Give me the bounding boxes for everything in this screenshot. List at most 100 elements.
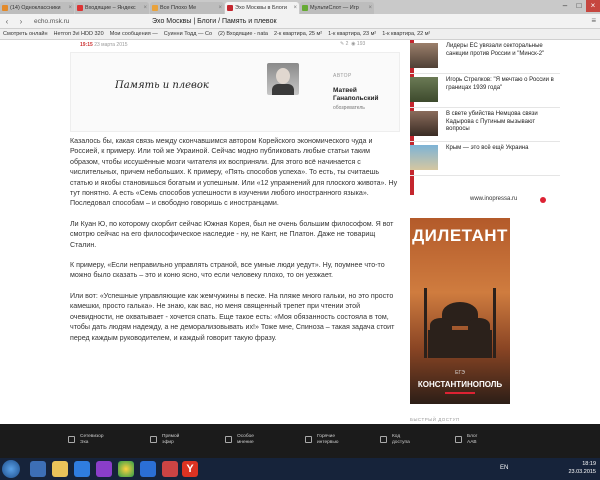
post-title: Память и плевок	[115, 80, 209, 91]
sitebar-item[interactable]: Прямой эфир	[162, 434, 198, 446]
close-tab-icon[interactable]: ×	[218, 2, 222, 14]
news-item[interactable]: Игорь Стрелков: "Я мечтаю о России в гра…	[410, 74, 560, 108]
news-item[interactable]: В свете убийства Немцова связи Кадырова …	[410, 108, 560, 142]
news-thumbnail[interactable]	[410, 77, 438, 102]
tab-favicon-icon	[152, 5, 158, 11]
post-time: 19:15	[80, 42, 93, 48]
bookmark-item[interactable]: Суинни Тодд — Со	[164, 31, 212, 37]
ad-subtitle: ЕГЭ	[455, 370, 465, 376]
bookmark-item[interactable]: (2) Входящие - nata	[218, 31, 268, 37]
language-indicator[interactable]: EN	[500, 465, 508, 471]
views-icon: ◉	[351, 41, 356, 47]
author-label: АВТОР	[333, 73, 352, 79]
bookmark-item[interactable]: 1-к квартира, 23 м²	[328, 31, 376, 37]
chrome-icon[interactable]	[118, 461, 134, 477]
bookmark-item[interactable]: 1-к квартира, 22 м²	[382, 31, 430, 37]
opera-icon[interactable]	[162, 461, 178, 477]
opinion-icon	[225, 436, 232, 443]
tv-icon	[68, 436, 75, 443]
lock-icon	[380, 436, 387, 443]
browser-tab[interactable]: Все Плохо Ме ×	[150, 2, 224, 14]
yandex-browser-icon[interactable]: Y	[182, 461, 198, 477]
sitebar-item[interactable]: Особое мнение	[237, 434, 273, 446]
post-header: Память и плевок АВТОР Матвей Ганапольски…	[70, 52, 400, 132]
bookmarks-bar: Смотреть онлайн Heтrоп 3vi HDD 320 Мои с…	[0, 29, 600, 40]
sitebar-item[interactable]: Горячие интервью	[317, 434, 353, 446]
tab-favicon-icon	[227, 5, 233, 11]
sitebar-item[interactable]: Сетевизор Эха	[80, 434, 116, 446]
site-bottom-bar: Сетевизор Эха Прямой эфир Особое мнение Гор…	[0, 424, 600, 458]
article-paragraph: Ли Куан Ю, по которому скорбит сейчас Юж…	[70, 219, 394, 249]
browser-tab[interactable]: МультиСлот — Игр ×	[300, 2, 374, 14]
ie-icon[interactable]	[30, 461, 46, 477]
app-icon[interactable]	[96, 461, 112, 477]
media-player-icon[interactable]	[74, 461, 90, 477]
article-paragraph: К примеру, «Если неправильно управлять с…	[70, 261, 385, 280]
inopressa-logo-icon	[540, 197, 546, 203]
article-paragraph: Казалось бы, какая связь между скончавши…	[70, 137, 398, 208]
news-thumbnail[interactable]	[410, 111, 438, 136]
url-field[interactable]: echo.msk.ru	[34, 18, 144, 25]
dilettant-ad-banner[interactable]: ДИЛЕТАНТ ЕГЭ КОНСТАНТИНОПОЛЬ	[410, 218, 510, 404]
quick-access-label: БЫСТРЫЙ ДОСТУП	[410, 417, 460, 422]
tab-favicon-icon	[77, 5, 83, 11]
comment-icon: ✎	[340, 41, 345, 47]
sitebar-item[interactable]: Код доступа	[392, 434, 428, 446]
post-date: 23 марта 2015	[94, 42, 128, 48]
web-page: 19:15 23 марта 2015 ✎ 2 ◉ 193 Память и п…	[0, 40, 600, 424]
window-controls: – □ ×	[558, 0, 600, 12]
blog-icon	[455, 436, 462, 443]
news-item[interactable]: Лидеры ЕС увязали секторальные санкции п…	[410, 40, 560, 74]
author-role: обозреватель	[333, 105, 365, 111]
article-body: Казалось бы, какая связь между скончавши…	[70, 136, 400, 353]
browser-tab-bar: (14) Одноклассники × Входящие – Яндекс × В…	[0, 0, 600, 14]
news-headline[interactable]: Крым — это всё ещё Украина	[446, 145, 556, 153]
tab-favicon-icon	[2, 5, 8, 11]
close-tab-icon[interactable]: ×	[143, 2, 147, 14]
close-tab-icon[interactable]: ×	[293, 2, 297, 14]
bookmark-item[interactable]: Мои сообщения —	[110, 31, 158, 37]
close-tab-icon[interactable]: ×	[68, 2, 72, 14]
bookmark-item[interactable]: Смотреть онлайн	[3, 31, 48, 37]
article-paragraph: Или вот: «Успешные управляющие как жемчу…	[70, 291, 395, 342]
page-title: Эхо Москвы | Блоги / Память и плевок	[152, 17, 277, 25]
sitebar-item[interactable]: Блог ААВ	[467, 434, 503, 446]
post-meta: 19:15 23 марта 2015	[80, 42, 128, 48]
ad-underline	[445, 392, 475, 394]
author-name[interactable]: Матвей Ганапольский	[333, 87, 378, 103]
browser-tab[interactable]: (14) Одноклассники ×	[0, 2, 74, 14]
bookmark-item[interactable]: 2-к квартира, 25 м²	[274, 31, 322, 37]
news-thumbnail[interactable]	[410, 145, 438, 170]
author-avatar[interactable]	[267, 63, 299, 95]
browser-tab-active[interactable]: Эхо Москвы в Блоги ×	[225, 2, 299, 14]
taskbar: Y EN 18:19 23.03.2015	[0, 458, 600, 480]
start-button[interactable]	[2, 460, 20, 478]
maximize-icon[interactable]: □	[572, 0, 586, 12]
skype-icon[interactable]	[140, 461, 156, 477]
screen: (14) Одноклассники × Входящие – Яндекс × В…	[0, 0, 600, 480]
inopressa-link[interactable]: www.inopressa.ru	[470, 196, 517, 202]
comment-count[interactable]: 2	[346, 41, 349, 47]
news-headline[interactable]: Лидеры ЕС увязали секторальные санкции п…	[446, 43, 556, 58]
system-clock[interactable]: 18:19 23.03.2015	[568, 460, 596, 476]
news-item[interactable]: Крым — это всё ещё Украина	[410, 142, 560, 176]
browser-tab[interactable]: Входящие – Яндекс ×	[75, 2, 149, 14]
bookmark-item[interactable]: Heтrоп 3vi HDD 320	[54, 31, 104, 37]
ad-headline: КОНСТАНТИНОПОЛЬ	[417, 380, 503, 389]
close-window-icon[interactable]: ×	[586, 0, 600, 12]
news-headline[interactable]: Игорь Стрелков: "Я мечтаю о России в гра…	[446, 77, 556, 92]
forward-arrow-icon[interactable]: ›	[14, 17, 28, 26]
tab-favicon-icon	[302, 5, 308, 11]
close-tab-icon[interactable]: ×	[368, 2, 372, 14]
ad-title: ДИЛЕТАНТ	[412, 226, 508, 245]
news-thumbnail[interactable]	[410, 43, 438, 68]
mosque-illustration	[424, 288, 496, 358]
minimize-icon[interactable]: –	[558, 0, 572, 12]
back-arrow-icon[interactable]: ‹	[0, 17, 14, 26]
broadcast-icon	[150, 436, 157, 443]
menu-icon[interactable]: ≡	[591, 16, 596, 25]
address-bar: ‹ › echo.msk.ru Эхо Москвы | Блоги / Пам…	[0, 14, 600, 29]
views-count: 193	[356, 41, 366, 47]
folder-icon[interactable]	[52, 461, 68, 477]
news-headline[interactable]: В свете убийства Немцова связи Кадырова …	[446, 111, 556, 134]
